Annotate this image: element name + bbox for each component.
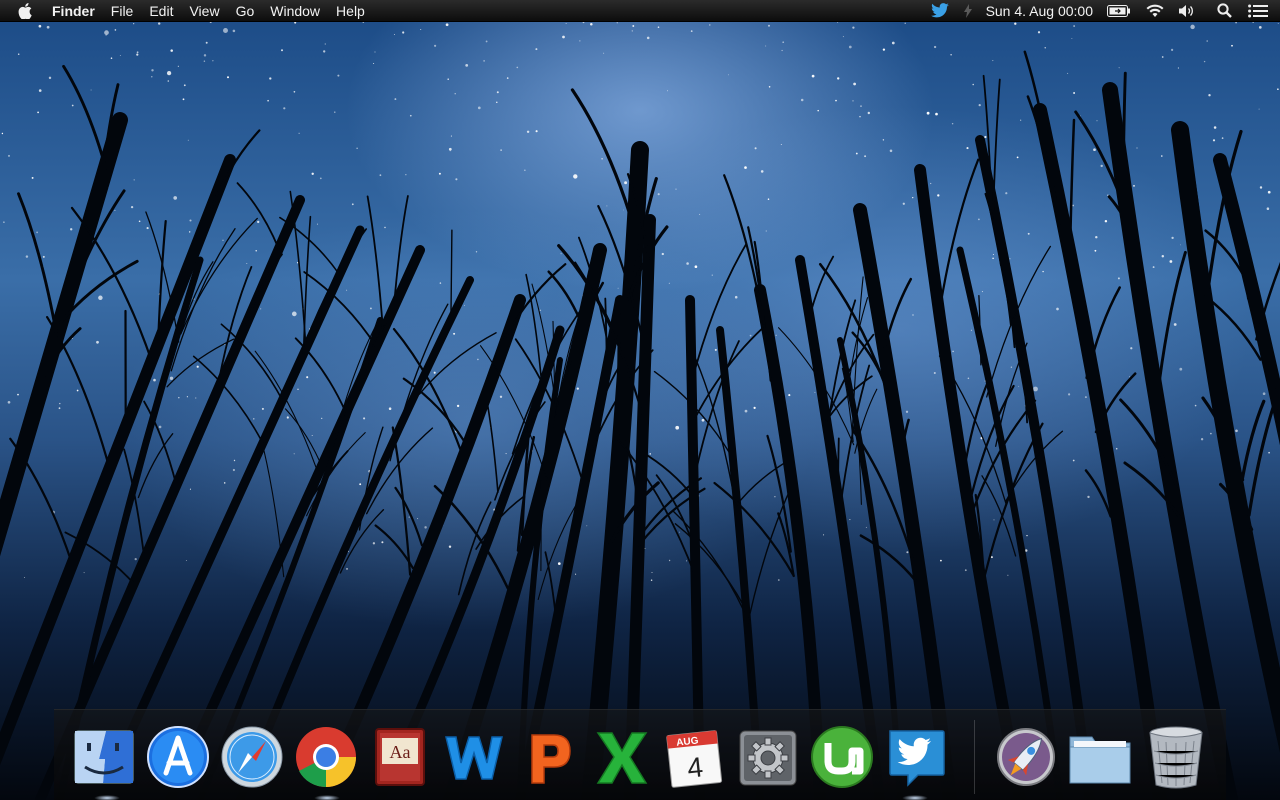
twitter-icon[interactable] bbox=[930, 0, 950, 22]
calendar-month: AUG bbox=[676, 735, 699, 748]
dock-calendar[interactable]: AUG 4 bbox=[660, 722, 728, 792]
folder-icon bbox=[1069, 736, 1131, 784]
dock-launchpad[interactable] bbox=[992, 722, 1060, 792]
menu-help[interactable]: Help bbox=[328, 0, 373, 22]
dock-documents-folder[interactable] bbox=[1066, 722, 1134, 792]
dock-dictionary[interactable]: Aa bbox=[366, 722, 434, 792]
menu-view[interactable]: View bbox=[181, 0, 227, 22]
calendar-day: 4 bbox=[686, 751, 705, 783]
utorrent-icon bbox=[811, 726, 873, 788]
apple-menu-icon[interactable] bbox=[18, 2, 36, 19]
running-indicator-chrome bbox=[314, 795, 340, 800]
safari-icon bbox=[221, 726, 283, 788]
desktop-wallpaper bbox=[0, 0, 1280, 800]
dock-separator bbox=[974, 720, 975, 794]
status-area: Sun 4. Aug 00:00 bbox=[916, 0, 1280, 22]
chrome-icon bbox=[296, 727, 356, 788]
menu-edit[interactable]: Edit bbox=[141, 0, 181, 22]
dock-app-store[interactable] bbox=[144, 722, 212, 792]
word-icon bbox=[445, 736, 503, 780]
notification-center-icon[interactable] bbox=[1248, 0, 1268, 22]
menu-bar: Finder File Edit View Go Window Help Sun… bbox=[0, 0, 1280, 22]
dictionary-icon: Aa bbox=[375, 728, 425, 786]
menu-file[interactable]: File bbox=[103, 0, 142, 22]
dictionary-label: Aa bbox=[390, 742, 411, 762]
finder-icon bbox=[74, 730, 134, 784]
dock-utorrent[interactable] bbox=[808, 722, 876, 792]
wifi-icon[interactable] bbox=[1145, 0, 1165, 22]
excel-icon bbox=[596, 732, 648, 784]
dock-powerpoint[interactable] bbox=[514, 722, 582, 792]
dock-twitter[interactable] bbox=[882, 722, 950, 792]
running-indicator-twitter bbox=[902, 795, 928, 800]
running-indicator-finder bbox=[94, 795, 120, 800]
menu-window[interactable]: Window bbox=[262, 0, 328, 22]
trash-icon bbox=[1149, 726, 1203, 789]
rocket-icon bbox=[997, 728, 1055, 786]
dock-finder[interactable] bbox=[70, 722, 138, 792]
bolt-icon[interactable] bbox=[963, 0, 972, 22]
dock-word[interactable] bbox=[440, 722, 508, 792]
menu-clock[interactable]: Sun 4. Aug 00:00 bbox=[986, 0, 1093, 22]
dock-trash[interactable] bbox=[1142, 722, 1210, 792]
menu-app-finder[interactable]: Finder bbox=[46, 0, 103, 22]
spotlight-icon[interactable] bbox=[1217, 0, 1232, 22]
powerpoint-icon bbox=[531, 734, 571, 784]
volume-icon[interactable] bbox=[1179, 0, 1195, 22]
dock-safari[interactable] bbox=[218, 722, 286, 792]
dock-system-preferences[interactable] bbox=[734, 722, 802, 792]
calendar-icon: AUG 4 bbox=[666, 730, 723, 788]
app-store-icon bbox=[147, 726, 209, 788]
battery-icon[interactable] bbox=[1107, 0, 1131, 22]
dock: Aa AUG 4 bbox=[54, 709, 1226, 800]
wallpaper-art bbox=[0, 20, 1280, 800]
dock-chrome[interactable] bbox=[292, 722, 360, 792]
menu-go[interactable]: Go bbox=[228, 0, 263, 22]
gear-icon bbox=[739, 730, 797, 786]
twitter-app-icon bbox=[889, 730, 945, 787]
dock-excel[interactable] bbox=[588, 722, 656, 792]
